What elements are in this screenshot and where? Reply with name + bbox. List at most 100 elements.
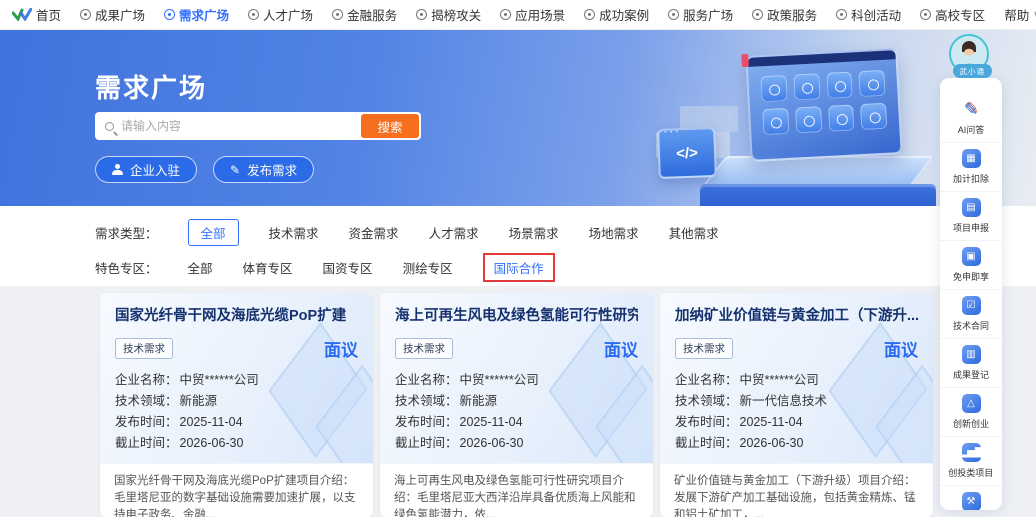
calculator-icon: ▦ xyxy=(962,149,981,168)
achievements-icon xyxy=(80,9,91,20)
top-nav: 首页 成果广场 需求广场 人才广场 金融服务 揭榜攻关 应用场景 成功案例 服务… xyxy=(0,0,1036,30)
nav-item-label: 人才广场 xyxy=(263,5,313,24)
nav-item-scenarios[interactable]: 应用场景 xyxy=(500,5,565,24)
filter-type-venue[interactable]: 场地需求 xyxy=(589,223,639,242)
help-menu[interactable]: 帮助∨ xyxy=(1004,5,1036,24)
filter-type-all[interactable]: 全部 xyxy=(188,219,239,246)
app-tile xyxy=(762,108,789,135)
page-title: 需求广场 xyxy=(95,68,207,105)
nav-item-policy[interactable]: 政策服务 xyxy=(752,5,817,24)
filter-zone-all[interactable]: 全部 xyxy=(188,258,213,277)
nav-item-services[interactable]: 服务广场 xyxy=(668,5,733,24)
company-row: 企业名称：中贸******公司 xyxy=(395,370,638,391)
demand-description: 海上可再生风电及绿色氢能可行性研究项目介绍：毛里塔尼亚大西洋沿岸具备优质海上风能… xyxy=(380,463,653,517)
deadline-row: 截止时间：2026-06-30 xyxy=(675,433,918,454)
cases-icon xyxy=(584,9,595,20)
special-zone-label: 特色专区： xyxy=(95,258,158,277)
field-value: 新能源 xyxy=(460,391,498,412)
sidebar-item-label: 免申即享 xyxy=(953,269,989,282)
scenarios-icon xyxy=(500,9,511,20)
publish-demand-button[interactable]: ✎ 发布需求 xyxy=(213,156,314,183)
nav-item-activities[interactable]: 科创活动 xyxy=(836,5,901,24)
demand-title: 海上可再生风电及绿色氢能可行性研究 xyxy=(395,306,638,326)
card-header: 海上可再生风电及绿色氢能可行性研究 技术需求 面议 企业名称：中贸******公… xyxy=(380,293,653,463)
illustration-platform-top xyxy=(698,156,934,192)
sidebar-item-toolbox[interactable]: ⚒ 科创工具箱 xyxy=(940,486,1002,510)
illustration-step xyxy=(656,132,730,158)
podium-icon: △ xyxy=(962,394,981,413)
sidebar-item-tech-contract[interactable]: ☑ 技术合同 xyxy=(940,290,1002,339)
sidebar-item-tax-deduction[interactable]: ▦ 加计扣除 xyxy=(940,143,1002,192)
demand-card-3[interactable]: 加纳矿业价值链与黄金加工（下游升... 技术需求 面议 企业名称：中贸*****… xyxy=(660,293,933,517)
company-row: 企业名称：中贸******公司 xyxy=(675,370,918,391)
sidebar-item-ai-qa[interactable]: ✎ AI问答 xyxy=(940,94,1002,143)
services-icon xyxy=(668,9,679,20)
field-row: 技术领域：新能源 xyxy=(115,391,358,412)
nav-item-label: 需求广场 xyxy=(179,5,229,24)
deadline-row: 截止时间：2026-06-30 xyxy=(115,433,358,454)
filter-zone-international[interactable]: 国际合作 xyxy=(483,253,555,282)
filter-type-scenario[interactable]: 场景需求 xyxy=(509,223,559,242)
card-row: 国家光纤骨干网及海底光缆PoP扩建 技术需求 面议 企业名称：中贸******公… xyxy=(0,286,1036,517)
company-label: 企业名称： xyxy=(675,370,738,391)
filter-type-funding[interactable]: 资金需求 xyxy=(349,223,399,242)
edit-icon: ✎ xyxy=(230,164,240,176)
nav-item-cases[interactable]: 成功案例 xyxy=(584,5,649,24)
quick-tools-panel: ✎ AI问答 ▦ 加计扣除 ▤ 项目申报 ▣ 免申即享 ☑ 技术合同 ▥ 成果登… xyxy=(940,78,1002,510)
tag-row: 技术需求 面议 xyxy=(115,336,358,361)
nav-item-universities[interactable]: 高校专区 xyxy=(920,5,985,24)
deadline-label: 截止时间： xyxy=(115,433,178,454)
field-label: 技术领域： xyxy=(395,391,458,412)
finance-icon xyxy=(332,9,343,20)
nav-item-label: 金融服务 xyxy=(347,5,397,24)
filter-zone-sports[interactable]: 体育专区 xyxy=(243,258,293,277)
company-value: 中贸******公司 xyxy=(460,370,539,391)
sidebar-item-achievement-register[interactable]: ▥ 成果登记 xyxy=(940,339,1002,388)
filter-type-talent[interactable]: 人才需求 xyxy=(429,223,479,242)
nav-item-label: 科创活动 xyxy=(851,5,901,24)
nav-item-label: 成功案例 xyxy=(599,5,649,24)
search-input[interactable] xyxy=(121,119,354,133)
nav-item-achievements[interactable]: 成果广场 xyxy=(80,5,145,24)
app-tile xyxy=(859,70,886,97)
nav-item-home[interactable]: 首页 xyxy=(12,5,61,24)
field-row: 技术领域：新一代信息技术 xyxy=(675,391,918,412)
deadline-value: 2026-06-30 xyxy=(180,433,244,454)
illustration-step xyxy=(680,106,738,132)
filter-type-tech[interactable]: 技术需求 xyxy=(269,223,319,242)
sidebar-item-label: 成果登记 xyxy=(953,367,989,380)
nav-item-label: 政策服务 xyxy=(767,5,817,24)
nav-item-challenge[interactable]: 揭榜攻关 xyxy=(416,5,481,24)
code-window-icon: </> xyxy=(657,127,717,179)
nav-item-label: 高校专区 xyxy=(935,5,985,24)
toolbox-icon: ⚒ xyxy=(962,492,981,510)
filter-zone-surveying[interactable]: 测绘专区 xyxy=(403,258,453,277)
nav-item-finance[interactable]: 金融服务 xyxy=(332,5,397,24)
bar-chart-icon: ▂▅▇ xyxy=(962,443,981,462)
sidebar-item-innovation[interactable]: △ 创新创业 xyxy=(940,388,1002,437)
demand-list: 国家光纤骨干网及海底光缆PoP扩建 技术需求 面议 企业名称：中贸******公… xyxy=(0,286,1036,514)
field-label: 技术领域： xyxy=(675,391,738,412)
enterprise-join-button[interactable]: 企业入驻 xyxy=(95,156,197,183)
tag-row: 技术需求 面议 xyxy=(395,336,638,361)
talents-icon xyxy=(248,9,259,20)
demand-description: 矿业价值链与黄金加工（下游升级）项目介绍：发展下游矿产加工基础设施，包括黄金精炼… xyxy=(660,463,933,517)
app-tile xyxy=(760,75,787,102)
deadline-row: 截止时间：2026-06-30 xyxy=(395,433,638,454)
card-header: 加纳矿业价值链与黄金加工（下游升... 技术需求 面议 企业名称：中贸*****… xyxy=(660,293,933,463)
company-row: 企业名称：中贸******公司 xyxy=(115,370,358,391)
demand-card-1[interactable]: 国家光纤骨干网及海底光缆PoP扩建 技术需求 面议 企业名称：中贸******公… xyxy=(100,293,373,517)
demand-card-2[interactable]: 海上可再生风电及绿色氢能可行性研究 技术需求 面议 企业名称：中贸******公… xyxy=(380,293,653,517)
company-value: 中贸******公司 xyxy=(180,370,259,391)
sidebar-item-project-declare[interactable]: ▤ 项目申报 xyxy=(940,192,1002,241)
company-label: 企业名称： xyxy=(395,370,458,391)
sidebar-item-venture-projects[interactable]: ▂▅▇ 创投类项目 xyxy=(940,437,1002,486)
publish-value: 2025-11-04 xyxy=(740,412,803,433)
search-button[interactable]: 搜索 xyxy=(361,114,419,138)
filter-zone-stateowned[interactable]: 国资专区 xyxy=(323,258,373,277)
sidebar-item-no-apply-benefit[interactable]: ▣ 免申即享 xyxy=(940,241,1002,290)
filter-type-other[interactable]: 其他需求 xyxy=(669,223,719,242)
app-tile xyxy=(826,72,853,99)
nav-item-demands[interactable]: 需求广场 xyxy=(164,5,229,24)
nav-item-talents[interactable]: 人才广场 xyxy=(248,5,313,24)
